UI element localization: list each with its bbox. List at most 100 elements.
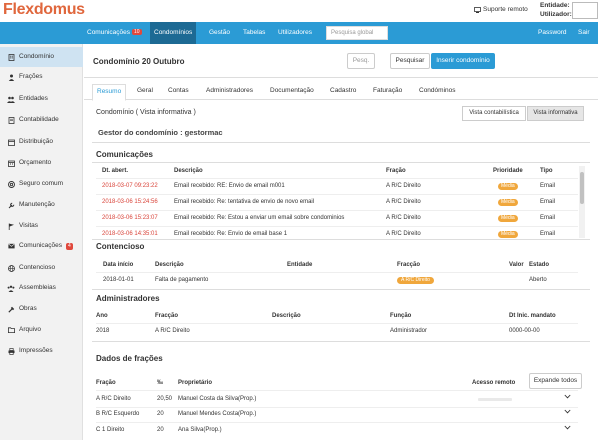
comunicacoes-title: Comunicações xyxy=(96,150,153,159)
nav-comunicacoes[interactable]: Comunicações 10 xyxy=(83,22,146,44)
sidebar-item-entidades[interactable]: Entidades xyxy=(0,89,83,109)
divider xyxy=(96,390,578,391)
col-header: Acesso remoto xyxy=(472,380,516,386)
sidebar-item-label: Orçamento xyxy=(19,159,52,166)
row-type: Email xyxy=(540,231,556,237)
row-mandate-date: 0000-00-00 xyxy=(509,328,540,334)
tab-documentacao[interactable]: Documentação xyxy=(266,84,318,100)
row-status: Aberto xyxy=(529,277,547,283)
col-header: Descrição xyxy=(272,313,301,319)
row-fracao: A R/C Direito xyxy=(386,183,421,189)
sidebar-item-orcamento[interactable]: Orçamento xyxy=(0,153,83,173)
chevron-down-icon[interactable] xyxy=(564,394,571,401)
sidebar-item-distribuicao[interactable]: Distribuição xyxy=(0,132,83,152)
tab-cadastro[interactable]: Cadastro xyxy=(326,84,360,100)
page-header: Condomínio 20 Outubro Pesq. Pesquisar In… xyxy=(84,44,598,78)
sidebar-item-obras[interactable]: Obras xyxy=(0,299,83,319)
search-button[interactable]: Pesquisar xyxy=(390,53,430,69)
priority-badge: Média xyxy=(498,199,518,206)
chevron-down-icon[interactable] xyxy=(564,409,571,416)
nav-logout[interactable]: Sair xyxy=(574,22,594,44)
sidebar-item-contencioso[interactable]: Contencioso xyxy=(0,258,83,278)
col-header: Descrição xyxy=(155,262,184,268)
tab-contas[interactable]: Contas xyxy=(164,84,193,100)
row-type: Email xyxy=(540,199,556,205)
remote-support-link[interactable]: Suporte remoto xyxy=(474,6,528,13)
nav-condominios[interactable]: Condomínios xyxy=(150,22,197,44)
nav-utilizadores[interactable]: Utilizadores xyxy=(274,22,316,44)
sidebar-item-condominio[interactable]: Condomínio xyxy=(0,47,83,67)
row-date: 2018-03-06 15:24:56 xyxy=(102,199,158,205)
book-icon xyxy=(7,116,15,124)
row-owner: Ana Silva(Prop.) xyxy=(178,427,222,433)
quick-search-input[interactable]: Pesq. xyxy=(347,53,375,69)
sidebar-item-impressoes[interactable]: Impressões xyxy=(0,341,83,361)
sidebar-item-label: Frações xyxy=(19,73,43,80)
sidebar-item-label: Obras xyxy=(19,305,37,312)
col-header: Data início xyxy=(103,262,134,268)
sidebar-item-label: Entidades xyxy=(19,95,48,102)
row-date: 2018-03-06 14:35:01 xyxy=(102,231,158,237)
contencioso-title: Contencioso xyxy=(96,242,145,251)
flag-icon xyxy=(7,222,15,230)
remote-support-label: Suporte remoto xyxy=(483,6,528,13)
main-content: Condomínio 20 Outubro Pesq. Pesquisar In… xyxy=(84,44,598,440)
sidebar-item-contabilidade[interactable]: Contabilidade xyxy=(0,110,83,130)
globe-icon xyxy=(7,264,15,272)
divider xyxy=(92,341,590,342)
calendar-icon xyxy=(7,138,15,146)
divider xyxy=(96,272,578,273)
gestor-label: Gestor do condomínio : gestormac xyxy=(98,128,223,137)
sidebar-item-assembleias[interactable]: Assembleias xyxy=(0,278,83,298)
tab-administradores[interactable]: Administradores xyxy=(202,84,257,100)
chevron-down-icon[interactable] xyxy=(564,425,571,432)
insert-condominio-button[interactable]: Inserir condomínio xyxy=(431,53,495,69)
col-header: Ano xyxy=(96,313,108,319)
entity-selector[interactable] xyxy=(572,2,598,19)
sidebar-item-visitas[interactable]: Visitas xyxy=(0,216,83,236)
logo[interactable]: Flexdomus xyxy=(3,1,85,19)
divider xyxy=(92,142,590,143)
divider xyxy=(96,226,578,227)
tools-icon xyxy=(7,305,15,313)
sidebar-item-label: Contencioso xyxy=(19,264,56,271)
col-header: Função xyxy=(390,313,412,319)
view-info-button[interactable]: Vista informativa xyxy=(527,106,584,121)
sidebar-item-label: Visitas xyxy=(19,222,39,229)
remote-support-icon xyxy=(474,6,481,13)
divider xyxy=(92,239,590,240)
nav-gestao[interactable]: Gestão xyxy=(205,22,234,44)
sidebar-item-comunicacoes[interactable]: Comunicações 4 xyxy=(0,236,83,256)
scroll-thumb[interactable] xyxy=(580,172,584,204)
divider xyxy=(96,407,578,408)
row-permilagem: 20,50 xyxy=(157,396,173,402)
sidebar-item-seguro-comum[interactable]: Seguro comum xyxy=(0,174,83,194)
sidebar-item-manutencao[interactable]: Manutenção xyxy=(0,195,83,215)
tab-geral[interactable]: Geral xyxy=(133,84,157,100)
sidebar-item-label: Contabilidade xyxy=(19,116,59,123)
nav-tabelas[interactable]: Tabelas xyxy=(239,22,269,44)
sidebar-item-arquivo[interactable]: Arquivo xyxy=(0,320,83,340)
tab-condominos[interactable]: Condóminos xyxy=(415,84,460,100)
tab-faturacao[interactable]: Faturação xyxy=(369,84,406,100)
sidebar-item-label: Assembleias xyxy=(19,284,56,291)
row-permilagem: 20 xyxy=(157,411,164,417)
tab-resumo[interactable]: Resumo xyxy=(92,84,127,101)
row-function: Administrador xyxy=(390,328,428,334)
remote-access-field xyxy=(478,398,512,401)
nav-comunicacoes-badge: 10 xyxy=(132,29,142,35)
row-fracao: A R/C Direito xyxy=(386,199,421,205)
folder-icon xyxy=(7,326,15,334)
sidebar-item-label: Condomínio xyxy=(19,53,55,60)
priority-badge: Média xyxy=(498,215,518,222)
row-description: Falta de pagamento xyxy=(155,277,209,283)
divider xyxy=(92,289,590,290)
sidebar-item-label: Arquivo xyxy=(19,326,42,333)
comunicacoes-scrollbar[interactable] xyxy=(579,166,585,238)
sidebar-item-label: Impressões xyxy=(19,347,53,354)
sidebar-item-fracoes[interactable]: Frações xyxy=(0,67,83,87)
sidebar-comunicacoes-badge: 4 xyxy=(66,242,73,250)
nav-password[interactable]: Password xyxy=(534,22,571,44)
global-search-input[interactable]: Pesquisa global xyxy=(326,26,388,40)
view-accounting-button[interactable]: Vista contabilística xyxy=(462,106,526,121)
